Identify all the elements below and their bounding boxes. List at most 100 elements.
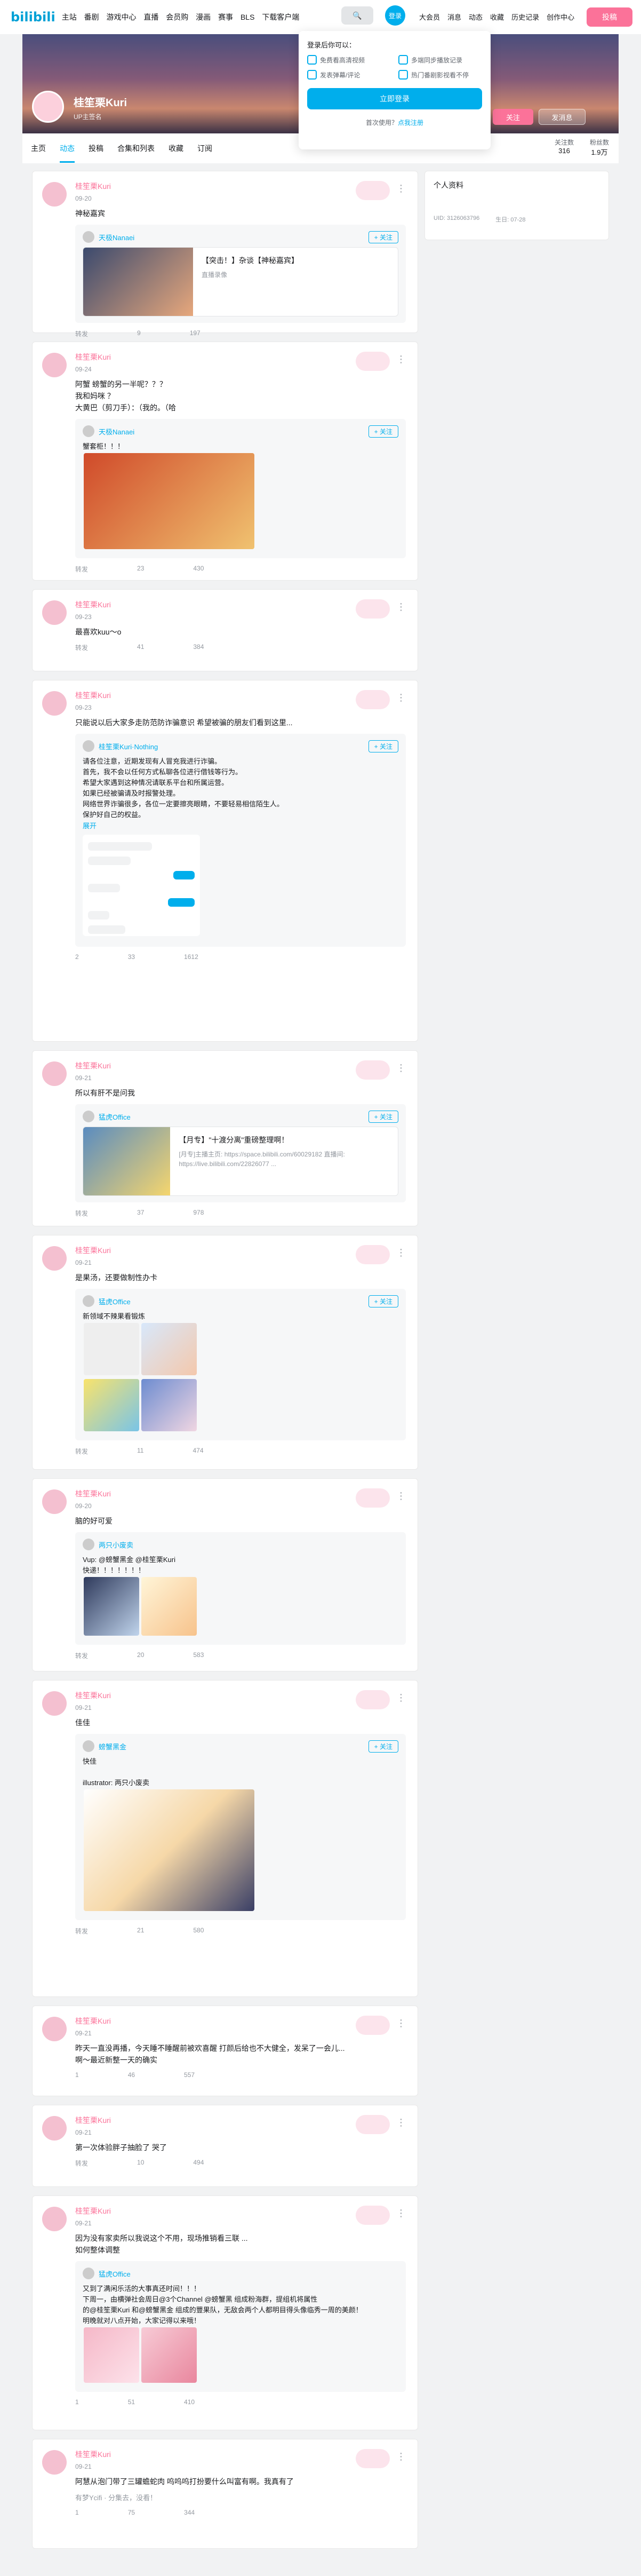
more-icon[interactable]: ⋮	[396, 2117, 406, 2128]
more-icon[interactable]: ⋮	[396, 2451, 406, 2462]
like-button[interactable]: 557	[184, 2071, 195, 2079]
repost-block[interactable]: 螃蟹黑金 + 关注 快佳 illustrator: 两只小废卖	[75, 1734, 406, 1920]
comment-button[interactable]: 11	[137, 1447, 143, 1456]
nav-home[interactable]: 主站	[62, 13, 77, 21]
more-icon[interactable]: ⋮	[396, 354, 406, 365]
more-icon[interactable]: ⋮	[396, 601, 406, 613]
follow-button[interactable]: + 关注	[368, 740, 398, 752]
avatar[interactable]	[42, 353, 67, 377]
share-button[interactable]: 转发	[75, 1209, 88, 1218]
more-icon[interactable]: ⋮	[396, 2018, 406, 2029]
avatar[interactable]	[83, 1539, 94, 1550]
bilibili-logo[interactable]: bilibili	[11, 10, 55, 25]
more-icon[interactable]: ⋮	[396, 2208, 406, 2219]
nav-bls[interactable]: BLS	[241, 13, 254, 21]
nav-download[interactable]: 下载客户端	[262, 13, 299, 21]
comment-button[interactable]: 37	[137, 1209, 144, 1218]
message-button[interactable]: 发消息	[539, 109, 586, 125]
avatar[interactable]	[42, 2207, 67, 2231]
avatar[interactable]	[42, 1061, 67, 1086]
avatar[interactable]	[42, 691, 67, 716]
avatar[interactable]	[32, 91, 64, 123]
expand-link[interactable]: 展开	[83, 820, 398, 830]
chat-screenshot[interactable]	[83, 835, 200, 936]
post-image[interactable]	[84, 1323, 139, 1375]
avatar[interactable]	[83, 231, 94, 243]
follow-button[interactable]: + 关注	[368, 231, 398, 243]
like-button[interactable]: 474	[193, 1447, 203, 1456]
share-button[interactable]: 转发	[75, 1651, 88, 1660]
share-button[interactable]: 转发	[75, 329, 88, 338]
repost-block[interactable]: 两只小废卖 Vup: @螃蟹黑金 @桂笙栗Kuri 快递！！！！！！！	[75, 1532, 406, 1645]
comment-button[interactable]: 21	[137, 1927, 144, 1936]
avatar[interactable]	[42, 1246, 67, 1271]
avatar[interactable]	[83, 2268, 94, 2279]
avatar[interactable]	[42, 1489, 67, 1514]
avatar[interactable]	[83, 425, 94, 437]
repost-block[interactable]: 猛虎Office + 关注 【月专】"十渡分离"重磅整理啊！ [月专]主播主页: h…	[75, 1104, 406, 1202]
post-image[interactable]	[84, 1577, 139, 1636]
repost-author[interactable]: 两只小废卖	[99, 1540, 133, 1550]
repost-author[interactable]: 猛虎Office	[99, 1112, 131, 1122]
tab-subscriptions[interactable]: 订阅	[197, 143, 212, 154]
post-image[interactable]	[84, 1379, 139, 1431]
repost-block[interactable]: 天极Nanaei + 关注 【突击！】杂谈【神秘嘉宾】 直播录像	[75, 225, 406, 323]
tab-home[interactable]: 主页	[31, 143, 46, 154]
repost-author[interactable]: 猛虎Office	[99, 2269, 131, 2279]
nav-message[interactable]: 消息	[447, 12, 461, 22]
share-button[interactable]: 1	[75, 2509, 79, 2516]
follow-button[interactable]: + 关注	[368, 425, 398, 438]
nav-manga[interactable]: 漫画	[196, 13, 211, 21]
share-button[interactable]: 转发	[75, 1927, 88, 1936]
like-button[interactable]: 580	[193, 1927, 204, 1936]
video-card[interactable]: 【月专】"十渡分离"重磅整理啊！ [月专]主播主页: https://space.…	[83, 1127, 398, 1196]
tab-favorites[interactable]: 收藏	[169, 143, 183, 154]
post-image[interactable]	[141, 2327, 197, 2383]
stat-following[interactable]: 关注数 316	[555, 138, 574, 157]
comment-button[interactable]: 23	[137, 565, 144, 574]
comment-button[interactable]: 41	[137, 643, 144, 652]
nav-vip[interactable]: 大会员	[419, 12, 440, 22]
tab-videos[interactable]: 投稿	[89, 143, 103, 154]
tab-collections[interactable]: 合集和列表	[117, 143, 155, 154]
comment-button[interactable]: 46	[128, 2071, 135, 2079]
share-button[interactable]: 1	[75, 2071, 79, 2079]
nav-game[interactable]: 游戏中心	[107, 13, 137, 21]
tab-dynamic[interactable]: 动态	[60, 143, 75, 163]
avatar[interactable]	[42, 2450, 67, 2475]
nav-anime[interactable]: 番剧	[84, 13, 99, 21]
more-icon[interactable]: ⋮	[396, 1491, 406, 1502]
post-image[interactable]	[141, 1323, 197, 1375]
repost-author[interactable]: 桂笙栗Kuri·Nothing	[99, 741, 158, 751]
avatar[interactable]	[83, 1111, 94, 1122]
like-button[interactable]: 494	[193, 2159, 204, 2168]
avatar[interactable]	[42, 600, 67, 625]
follow-button[interactable]: + 关注	[368, 1295, 398, 1307]
like-button[interactable]: 978	[193, 1209, 204, 1218]
nav-shop[interactable]: 会员购	[166, 13, 188, 21]
repost-block[interactable]: 天极Nanaei + 关注 蟹套柜！！！	[75, 419, 406, 558]
nav-match[interactable]: 赛事	[218, 13, 233, 21]
repost-author[interactable]: 螃蟹黑金	[99, 1741, 126, 1751]
repost-block[interactable]: 猛虎Office + 关注 新领域不辣果看锻炼	[75, 1289, 406, 1440]
share-button[interactable]: 1	[75, 2398, 79, 2406]
like-button[interactable]: 410	[184, 2398, 195, 2406]
nav-live[interactable]: 直播	[143, 13, 158, 21]
like-button[interactable]: 430	[193, 565, 204, 574]
register-link[interactable]: 点我注册	[398, 119, 423, 126]
comment-button[interactable]: 33	[128, 953, 135, 961]
comment-button[interactable]: 75	[128, 2509, 135, 2516]
avatar[interactable]	[83, 1295, 94, 1307]
repost-block[interactable]: 桂笙栗Kuri·Nothing + 关注 请各位注意，近期发现有人冒充我进行诈骗。…	[75, 734, 406, 947]
repost-author[interactable]: 猛虎Office	[99, 1296, 131, 1306]
post-image[interactable]	[84, 2327, 139, 2383]
post-image[interactable]	[84, 453, 254, 549]
comment-button[interactable]: 10	[137, 2159, 144, 2168]
repost-block[interactable]: 猛虎Office 又到了满闲乐活的大事真还时间！！！ 下周一，由横弹社会周日@3…	[75, 2261, 406, 2392]
nav-dynamic[interactable]: 动态	[469, 12, 483, 22]
follow-button[interactable]: 关注	[493, 109, 533, 125]
comment-button[interactable]: 9	[137, 329, 141, 338]
comment-button[interactable]: 51	[128, 2398, 135, 2406]
share-button[interactable]: 2	[75, 953, 79, 961]
nav-history[interactable]: 历史记录	[511, 12, 539, 22]
